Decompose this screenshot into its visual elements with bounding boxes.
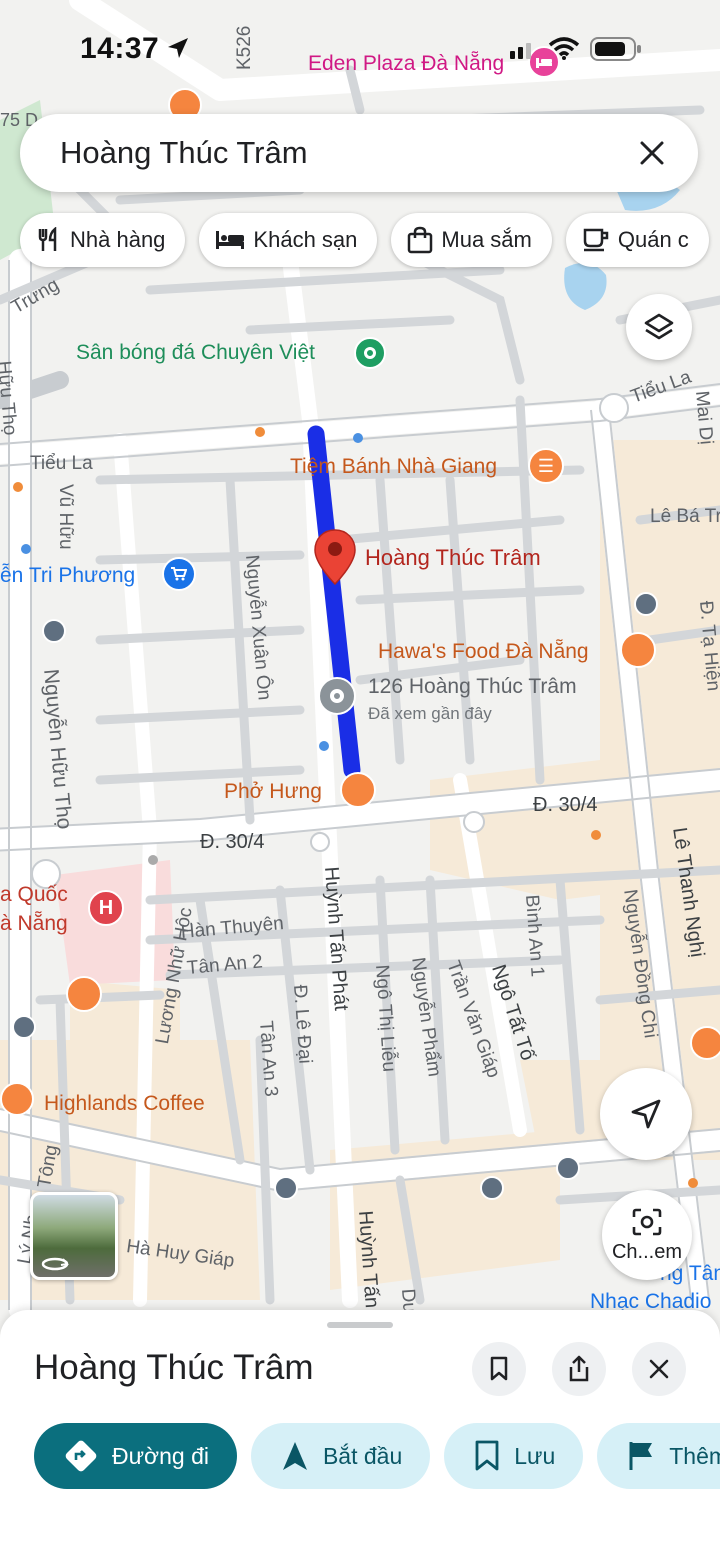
save-place-button[interactable] <box>472 1342 526 1396</box>
street-label-30-4-west: Đ. 30/4 <box>200 831 265 853</box>
save-button[interactable]: Lưu <box>444 1423 584 1489</box>
selected-location-pin-icon[interactable] <box>313 528 357 586</box>
cellular-signal-icon <box>510 43 531 59</box>
place-actions: Đường đi Bắt đầu Lưu Thêm <box>34 1423 720 1489</box>
poi-nguyen-tri-phuong[interactable]: ễn Tri Phương <box>0 564 135 588</box>
shopping-cart-marker-icon[interactable] <box>162 557 196 591</box>
close-sheet-button[interactable] <box>632 1342 686 1396</box>
shopping-bag-icon <box>408 226 433 254</box>
search-bar[interactable]: Hoàng Thúc Trâm <box>20 114 698 192</box>
bus-stop-icon[interactable] <box>12 1015 36 1039</box>
close-icon <box>649 1359 669 1379</box>
lens-button-label: Ch...em <box>611 1240 683 1263</box>
action-label: Bắt đầu <box>322 1442 403 1469</box>
street-view-thumbnail[interactable] <box>30 1192 118 1280</box>
street-label-mai-di: Mai Dị <box>691 390 717 446</box>
restaurant-marker-icon[interactable] <box>620 632 656 668</box>
poi-hospital-line2[interactable]: à Nẵng <box>0 912 68 936</box>
chip-label: Mua sắm <box>441 227 532 252</box>
poi-highlands-coffee[interactable]: Highlands Coffee <box>44 1092 205 1116</box>
category-chips: Nhà hàng Khách sạn Mua sắm Quán c <box>20 213 709 267</box>
navigation-arrow-icon <box>282 1442 307 1470</box>
chip-label: Nhà hàng <box>70 227 166 252</box>
street-label-vu-huu: Vũ Hữu <box>55 484 76 550</box>
selected-location-label[interactable]: Hoàng Thúc Trâm <box>365 545 541 571</box>
poi-pho-hung[interactable]: Phở Hưng <box>224 780 322 804</box>
close-icon <box>640 141 664 165</box>
place-bottom-sheet[interactable]: Hoàng Thúc Trâm Đường đi Bắt đầu Lưu Thê… <box>0 1310 720 1560</box>
place-title: Hoàng Thúc Trâm <box>34 1348 314 1387</box>
hospital-marker-icon[interactable]: H <box>88 890 124 926</box>
recent-address-label[interactable]: 126 Hoàng Thúc Trâm <box>368 675 577 699</box>
location-services-icon <box>168 38 188 58</box>
cafe-marker-icon[interactable] <box>690 1026 720 1060</box>
bus-stop-icon[interactable] <box>42 619 66 643</box>
bus-stop-icon[interactable] <box>556 1156 580 1180</box>
chip-hotels[interactable]: Khách sạn <box>199 213 378 267</box>
recent-location-marker-icon[interactable] <box>318 677 356 715</box>
more-button[interactable]: Thêm <box>597 1423 720 1489</box>
layers-icon <box>644 313 674 340</box>
chip-label: Khách sạn <box>253 227 358 252</box>
battery-icon <box>590 37 641 61</box>
street-label-30-4-east: Đ. 30/4 <box>533 794 598 816</box>
bookmark-icon <box>490 1356 508 1381</box>
recent-address-sublabel: Đã xem gần đây <box>368 704 492 723</box>
fork-knife-icon <box>38 227 57 251</box>
coffee-cup-icon <box>583 228 609 252</box>
stadium-marker-icon[interactable] <box>354 337 386 369</box>
bookmark-icon <box>475 1440 499 1471</box>
poi-eden-plaza[interactable]: Eden Plaza Đà Nẵng <box>308 52 504 76</box>
poi-hawa-food[interactable]: Hawa's Food Đà Nẵng <box>378 640 589 664</box>
status-time: 14:37 <box>80 32 160 65</box>
start-navigation-button[interactable]: Bắt đầu <box>250 1423 431 1489</box>
rotate-360-icon <box>41 1257 69 1271</box>
my-location-button[interactable] <box>600 1068 692 1160</box>
action-label: Đường đi <box>112 1442 209 1469</box>
street-label-le-ba-tr: Lê Bá Tr <box>650 506 720 527</box>
directions-button[interactable]: Đường đi <box>34 1423 237 1489</box>
share-place-button[interactable] <box>552 1342 606 1396</box>
street-label-k526: K526 <box>234 25 255 70</box>
chip-label: Quán c <box>617 227 689 252</box>
sheet-drag-handle[interactable] <box>327 1322 393 1328</box>
navigation-arrow-icon <box>631 1099 661 1129</box>
wifi-icon <box>548 37 580 60</box>
action-label: Lưu <box>514 1442 556 1469</box>
search-query[interactable]: Hoàng Thúc Trâm <box>60 135 634 171</box>
chip-restaurants[interactable]: Nhà hàng <box>20 213 186 267</box>
directions-icon <box>65 1440 97 1472</box>
chip-shopping[interactable]: Mua sắm <box>391 213 552 267</box>
clear-search-button[interactable] <box>634 135 670 171</box>
share-icon <box>569 1355 589 1382</box>
cafe-marker-icon[interactable] <box>0 1082 34 1116</box>
poi-stadium[interactable]: Sân bóng đá Chuyên Việt <box>76 341 315 365</box>
bus-stop-icon[interactable] <box>634 592 658 616</box>
camera-lens-icon <box>632 1208 662 1235</box>
restaurant-marker-icon[interactable]: ☰ <box>528 448 564 484</box>
action-label: Thêm <box>669 1442 720 1469</box>
street-label-tieu-la-west: Tiểu La <box>30 453 93 474</box>
poi-hospital-line1[interactable]: a Quốc <box>0 883 68 907</box>
restaurant-marker-icon[interactable] <box>340 772 376 808</box>
bus-stop-icon[interactable] <box>480 1176 504 1200</box>
poi-bakery[interactable]: Tiệm Bánh Nhà Giang <box>290 455 497 479</box>
chip-cafe[interactable]: Quán c <box>565 213 709 267</box>
cafe-marker-icon[interactable] <box>66 976 102 1012</box>
flag-icon <box>629 1442 653 1470</box>
layers-button[interactable] <box>626 294 692 360</box>
lens-search-button[interactable]: Ch...em <box>602 1190 692 1280</box>
bus-stop-icon[interactable] <box>274 1176 298 1200</box>
bed-icon <box>216 231 245 249</box>
